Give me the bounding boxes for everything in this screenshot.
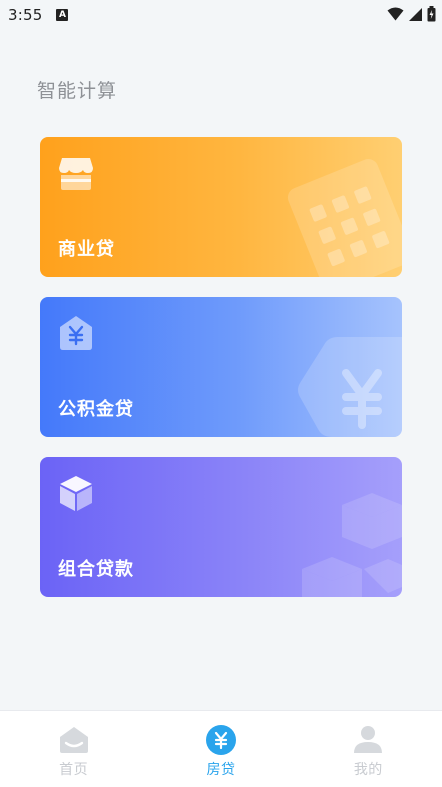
tab-home-label: 首页 (59, 762, 89, 778)
calculator-watermark (287, 159, 402, 277)
combination-loan-label: 组合贷款 (58, 559, 134, 580)
battery-icon (427, 6, 436, 22)
tab-mine-label: 我的 (353, 762, 383, 778)
yuan-house-icon (60, 316, 92, 350)
provident-fund-loan-label: 公积金贷 (58, 399, 134, 420)
tab-home[interactable]: 首页 (24, 711, 124, 787)
combination-loan-card[interactable]: 组合贷款 (40, 457, 402, 597)
user-icon (354, 726, 383, 753)
cubes-watermark (302, 493, 402, 597)
notification-icon: A (56, 9, 69, 21)
shop-icon (59, 158, 93, 190)
tab-mortgage-label: 房贷 (206, 762, 236, 778)
home-icon (59, 727, 88, 753)
section-title: 智能计算 (37, 80, 118, 102)
tab-mortgage[interactable]: 房贷 (171, 711, 271, 787)
status-bar: 3:55 A (0, 0, 442, 30)
cube-icon (60, 476, 92, 511)
yuan-circle-icon (205, 725, 236, 755)
yuan-watermark (298, 337, 402, 437)
bottom-tab-bar: 首页 房贷 我的 (0, 710, 442, 787)
provident-fund-loan-card[interactable]: 公积金贷 (40, 297, 402, 437)
status-indicators (387, 6, 436, 22)
commercial-loan-label: 商业贷 (58, 239, 115, 260)
commercial-loan-card[interactable]: 商业贷 (40, 137, 402, 277)
tab-mine[interactable]: 我的 (318, 711, 418, 787)
wifi-icon (387, 7, 404, 21)
status-time: 3:55 (8, 6, 43, 24)
signal-icon (409, 7, 422, 21)
